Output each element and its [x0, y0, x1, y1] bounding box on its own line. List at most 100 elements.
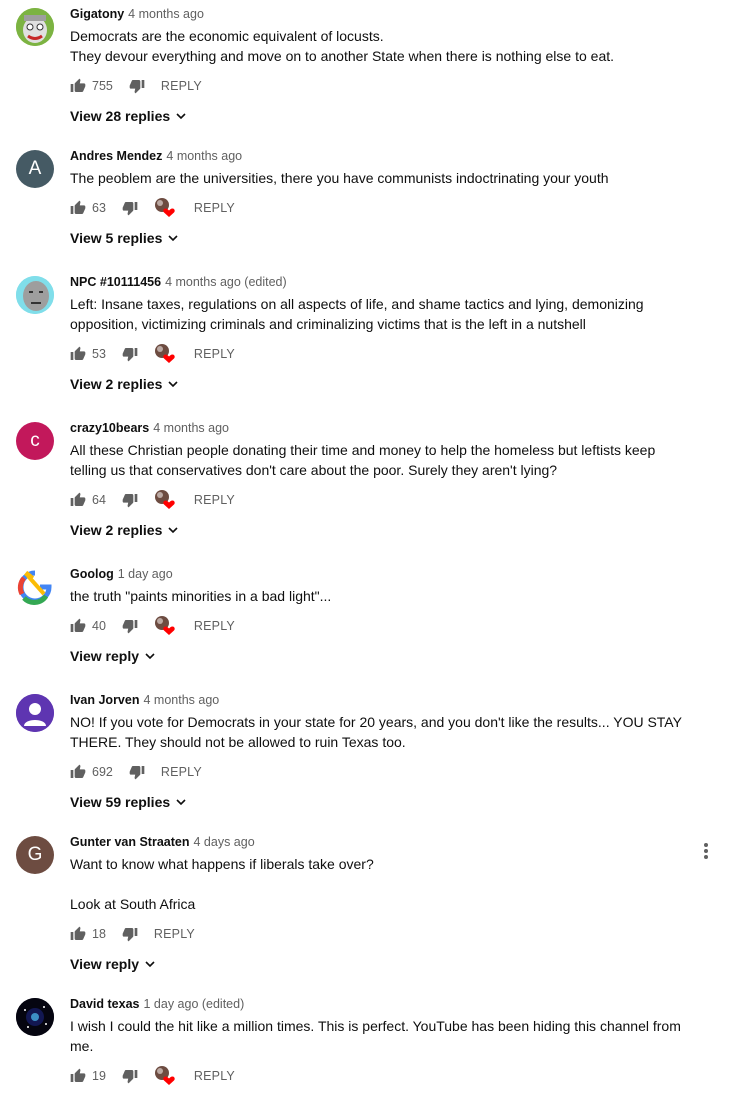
thumbs-up-icon	[70, 492, 86, 506]
view-replies-button[interactable]: View 2 replies	[70, 522, 178, 538]
comment-line: the truth "paints minorities in a bad li…	[70, 588, 332, 604]
like-button[interactable]	[70, 346, 86, 362]
comment-author[interactable]: David texas	[70, 997, 139, 1011]
chevron-down-icon	[168, 235, 178, 242]
view-replies-button[interactable]: View 5 replies	[70, 230, 178, 246]
comment-author[interactable]: Goolog	[70, 567, 114, 581]
avatar[interactable]	[16, 694, 54, 732]
creator-heart-icon	[154, 1066, 175, 1085]
thumbs-up-icon	[70, 200, 86, 214]
like-button[interactable]	[70, 1068, 86, 1084]
comment-time[interactable]: 4 months ago	[153, 421, 229, 435]
chevron-down-icon	[176, 799, 186, 806]
creator-heart	[154, 489, 176, 511]
reply-button[interactable]: REPLY	[194, 1069, 235, 1083]
view-replies-label: View 2 replies	[70, 376, 163, 392]
view-replies-button[interactable]: View 28 replies	[70, 108, 186, 124]
dislike-button[interactable]	[122, 926, 138, 942]
reply-button[interactable]: REPLY	[194, 201, 235, 215]
comment-line: All these Christian people donating thei…	[70, 442, 656, 478]
view-replies-button[interactable]: View 59 replies	[70, 794, 186, 810]
chevron-down-icon	[168, 381, 178, 388]
avatar[interactable]: c	[16, 422, 54, 460]
comment-line: The peoblem are the universities, there …	[70, 170, 609, 186]
avatar[interactable]	[16, 568, 54, 606]
comment-text: The peoblem are the universities, there …	[70, 168, 687, 188]
view-replies-button[interactable]: View reply	[70, 956, 155, 972]
comment-time[interactable]: 4 months ago	[143, 693, 219, 707]
chevron-down-icon	[176, 113, 186, 120]
avatar-letter: A	[28, 158, 42, 179]
avatar[interactable]	[16, 276, 54, 314]
dislike-button[interactable]	[129, 78, 145, 94]
comment-author[interactable]: crazy10bears	[70, 421, 149, 435]
like-button[interactable]	[70, 200, 86, 216]
comment-actions: 692 REPLY	[70, 760, 687, 784]
like-button[interactable]	[70, 926, 86, 942]
comment-line: Left: Insane taxes, regulations on all a…	[70, 296, 644, 332]
avatar[interactable]	[16, 998, 54, 1036]
dislike-button[interactable]	[122, 492, 138, 508]
avatar[interactable]: A	[16, 150, 54, 188]
like-count: 53	[92, 347, 106, 361]
comment-time[interactable]: 4 months ago	[166, 149, 242, 163]
like-count: 19	[92, 1069, 106, 1083]
dislike-button[interactable]	[122, 1068, 138, 1084]
chevron-down-icon	[145, 653, 155, 660]
more-options-button[interactable]	[703, 842, 709, 865]
chevron-down-icon	[145, 961, 155, 968]
like-button[interactable]	[70, 764, 86, 780]
comment-author[interactable]: Andres Mendez	[70, 149, 162, 163]
creator-heart-icon	[154, 344, 175, 363]
like-count: 755	[92, 79, 113, 93]
comment-author[interactable]: Gigatony	[70, 7, 124, 21]
comment-actions: 64 REPLY	[70, 488, 687, 512]
like-count: 18	[92, 927, 106, 941]
reply-button[interactable]: REPLY	[194, 347, 235, 361]
dislike-button[interactable]	[122, 618, 138, 634]
avatar[interactable]	[16, 8, 54, 46]
dislike-button[interactable]	[122, 200, 138, 216]
comment-blank-line	[70, 874, 687, 894]
reply-button[interactable]: REPLY	[161, 79, 202, 93]
comment-author[interactable]: Gunter van Straaten	[70, 835, 189, 849]
comment-text: Democrats are the economic equivalent of…	[70, 26, 687, 66]
like-button[interactable]	[70, 78, 86, 94]
comment-author[interactable]: NPC #10111456	[70, 275, 161, 289]
cartoon-face-icon	[16, 8, 54, 46]
comment-time[interactable]: 4 days ago	[193, 835, 254, 849]
thumbs-down-icon	[122, 620, 138, 634]
chevron-down-icon	[168, 527, 178, 534]
view-replies-label: View reply	[70, 648, 140, 664]
comment-text: All these Christian people donating thei…	[70, 440, 687, 480]
avatar[interactable]: G	[16, 836, 54, 874]
comment-line: Want to know what happens if liberals ta…	[70, 856, 374, 872]
thumbs-up-icon	[70, 1068, 86, 1082]
comment-time[interactable]: 4 months ago	[128, 7, 204, 21]
reply-button[interactable]: REPLY	[154, 927, 195, 941]
dislike-button[interactable]	[129, 764, 145, 780]
like-button[interactable]	[70, 492, 86, 508]
view-replies-button[interactable]: View 2 replies	[70, 376, 178, 392]
thumbs-down-icon	[122, 928, 138, 942]
thumbs-up-icon	[70, 346, 86, 360]
comment-actions: 63 REPLY	[70, 196, 687, 220]
reply-button[interactable]: REPLY	[194, 493, 235, 507]
like-button[interactable]	[70, 618, 86, 634]
dislike-button[interactable]	[122, 346, 138, 362]
thumbs-down-icon	[129, 80, 145, 94]
comment-actions: 755 REPLY	[70, 74, 687, 98]
reply-button[interactable]: REPLY	[161, 765, 202, 779]
creator-heart	[154, 343, 176, 365]
view-replies-button[interactable]: View reply	[70, 648, 155, 664]
comment-time[interactable]: 4 months ago (edited)	[165, 275, 287, 289]
reply-button[interactable]: REPLY	[194, 619, 235, 633]
default-person-icon	[16, 694, 54, 732]
like-count: 692	[92, 765, 113, 779]
thumbs-up-icon	[70, 926, 86, 940]
comment-time[interactable]: 1 day ago	[118, 567, 173, 581]
comment-time[interactable]: 1 day ago (edited)	[143, 997, 244, 1011]
comment-author[interactable]: Ivan Jorven	[70, 693, 139, 707]
comment-line: Democrats are the economic equivalent of…	[70, 28, 384, 44]
creator-heart-icon	[154, 198, 175, 217]
